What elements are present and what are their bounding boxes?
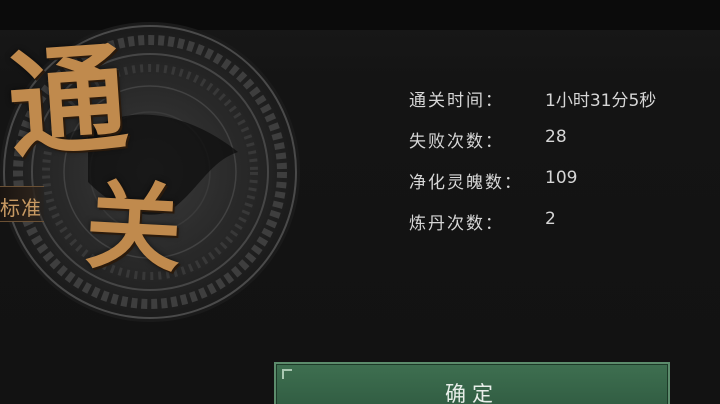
difficulty-badge: 标准 [0,186,44,222]
stat-value: 2 [545,209,556,229]
title-char-2: 关 [82,168,185,287]
stat-value: 28 [545,127,567,147]
stat-label: 失败次数： [409,132,504,152]
confirm-button-label: 确定 [445,382,499,404]
difficulty-label: 标准 [0,196,42,220]
clear-result-screen: 通 关 标准 通关时间： 1小时31分5秒 失败次数： 28 净化灵魄数： 10… [0,0,720,404]
stat-label: 炼丹次数： [409,214,504,234]
stat-value: 1小时31分5秒 [545,91,657,111]
stat-label: 净化灵魄数： [409,173,523,193]
confirm-button[interactable]: 确定 [274,362,670,404]
stat-label: 通关时间： [409,91,504,111]
stat-value: 109 [545,168,578,188]
